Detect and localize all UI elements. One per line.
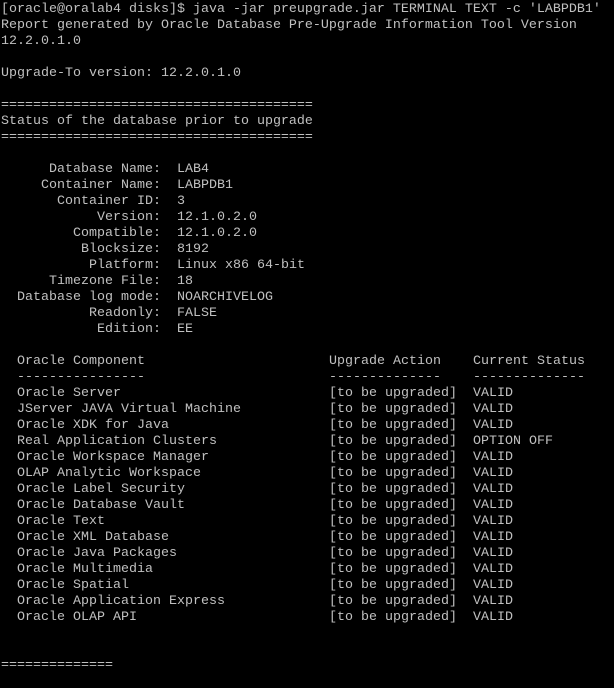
current-status: VALID	[473, 578, 513, 593]
db-info-label: Container Name:	[41, 178, 161, 193]
column-header: Upgrade Action	[329, 354, 441, 369]
db-info-value: 12.1.0.2.0	[177, 226, 257, 241]
component-name: Oracle Java Packages	[17, 546, 177, 561]
section-title: Status of the database prior to upgrade	[1, 114, 313, 129]
current-status: VALID	[473, 562, 513, 577]
upgrade-action: [to be upgraded]	[329, 482, 457, 497]
current-status: VALID	[473, 450, 513, 465]
column-underline: ----------------	[17, 370, 145, 385]
upgrade-action: [to be upgraded]	[329, 562, 457, 577]
db-info-value: 12.1.0.2.0	[177, 210, 257, 225]
upgrade-action: [to be upgraded]	[329, 450, 457, 465]
db-info-label: Platform:	[89, 258, 161, 273]
upgrade-action: [to be upgraded]	[329, 418, 457, 433]
db-info-label: Database Name:	[49, 162, 161, 177]
db-info-value: EE	[177, 322, 193, 337]
component-name: Oracle Spatial	[17, 578, 129, 593]
db-info-value: LABPDB1	[177, 178, 233, 193]
column-underline: --------------	[329, 370, 441, 385]
db-info-value: NOARCHIVELOG	[177, 290, 273, 305]
current-status: VALID	[473, 514, 513, 529]
current-status: VALID	[473, 530, 513, 545]
db-info-value: FALSE	[177, 306, 217, 321]
component-name: Oracle Text	[17, 514, 105, 529]
db-info-value: 3	[177, 194, 185, 209]
db-info-label: Readonly:	[89, 306, 161, 321]
current-status: VALID	[473, 466, 513, 481]
db-info-value: Linux x86 64-bit	[177, 258, 305, 273]
upgrade-action: [to be upgraded]	[329, 402, 457, 417]
db-info-label: Compatible:	[73, 226, 161, 241]
db-info-value: 18	[177, 274, 193, 289]
component-name: Oracle Multimedia	[17, 562, 153, 577]
component-name: Oracle Label Security	[17, 482, 185, 497]
db-info-label: Blocksize:	[81, 242, 161, 257]
upgrade-action: [to be upgraded]	[329, 546, 457, 561]
footer-rule: ==============	[1, 658, 113, 673]
component-name: OLAP Analytic Workspace	[17, 466, 201, 481]
db-info-label: Timezone File:	[49, 274, 161, 289]
component-name: Oracle Server	[17, 386, 121, 401]
upgrade-action: [to be upgraded]	[329, 610, 457, 625]
current-status: VALID	[473, 418, 513, 433]
db-info-value: 8192	[177, 242, 209, 257]
component-name: Oracle Workspace Manager	[17, 450, 209, 465]
command-text: [oracle@oralab4 disks]$ java -jar preupg…	[1, 2, 601, 17]
current-status: VALID	[473, 386, 513, 401]
component-name: Oracle XML Database	[17, 530, 169, 545]
component-name: JServer JAVA Virtual Machine	[17, 402, 241, 417]
db-info-label: Version:	[97, 210, 161, 225]
current-status: VALID	[473, 482, 513, 497]
upgrade-action: [to be upgraded]	[329, 386, 457, 401]
upgrade-action: [to be upgraded]	[329, 434, 457, 449]
current-status: VALID	[473, 498, 513, 513]
current-status: VALID	[473, 594, 513, 609]
component-name: Oracle Application Express	[17, 594, 225, 609]
column-header: Oracle Component	[17, 354, 145, 369]
upgrade-action: [to be upgraded]	[329, 530, 457, 545]
report-version: 12.2.0.1.0	[1, 34, 81, 49]
component-name: Oracle XDK for Java	[17, 418, 169, 433]
upgrade-action: [to be upgraded]	[329, 514, 457, 529]
column-underline: --------------	[473, 370, 585, 385]
db-info-label: Database log mode:	[17, 290, 161, 305]
section-rule: =======================================	[1, 130, 313, 145]
report-text: Report generated by Oracle Database Pre-…	[1, 18, 577, 33]
current-status: VALID	[473, 402, 513, 417]
db-info-label: Container ID:	[57, 194, 161, 209]
component-name: Oracle Database Vault	[17, 498, 185, 513]
column-header: Current Status	[473, 354, 585, 369]
component-name: Oracle OLAP API	[17, 610, 137, 625]
section-rule: =======================================	[1, 98, 313, 113]
db-info-value: LAB4	[177, 162, 209, 177]
upgrade-to-text: Upgrade-To version: 12.2.0.1.0	[1, 66, 241, 81]
upgrade-action: [to be upgraded]	[329, 466, 457, 481]
upgrade-action: [to be upgraded]	[329, 498, 457, 513]
current-status: VALID	[473, 610, 513, 625]
current-status: VALID	[473, 546, 513, 561]
upgrade-action: [to be upgraded]	[329, 578, 457, 593]
db-info-label: Edition:	[97, 322, 161, 337]
upgrade-action: [to be upgraded]	[329, 594, 457, 609]
component-name: Real Application Clusters	[17, 434, 217, 449]
current-status: OPTION OFF	[473, 434, 553, 449]
